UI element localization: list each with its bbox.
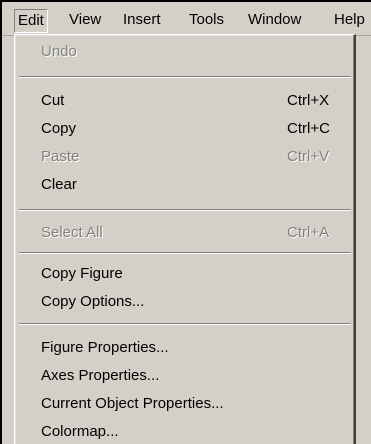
- menu-separator: [19, 76, 351, 78]
- menu-item-clear[interactable]: Clear: [15, 172, 354, 198]
- menu-item-shortcut: Ctrl+C: [287, 120, 330, 137]
- menu-help[interactable]: Help: [331, 9, 368, 33]
- menu-separator: [19, 209, 351, 211]
- menu-separator: [19, 323, 351, 325]
- menu-item-label: Cut: [41, 92, 65, 109]
- menu-view[interactable]: View: [66, 9, 104, 33]
- menu-item-label: Figure Properties...: [41, 339, 169, 356]
- menu-item-copy[interactable]: Copy Ctrl+C: [15, 116, 354, 142]
- menu-item-undo: Undo: [15, 39, 354, 65]
- menu-item-label: Axes Properties...: [41, 367, 160, 384]
- menu-item-shortcut: Ctrl+X: [287, 92, 330, 109]
- edit-menu-dropdown: Undo Cut Ctrl+X Copy Ctrl+C Paste Ctrl+V…: [14, 34, 356, 444]
- menu-insert[interactable]: Insert: [120, 9, 164, 33]
- menu-item-label: Copy Figure: [41, 265, 123, 282]
- menu-item-select-all: Select All Ctrl+A: [15, 220, 354, 246]
- menu-item-paste: Paste Ctrl+V: [15, 144, 354, 170]
- menu-item-current-object-properties[interactable]: Current Object Properties...: [15, 391, 354, 417]
- menu-item-axes-properties[interactable]: Axes Properties...: [15, 363, 354, 389]
- menu-item-label: Copy: [41, 120, 77, 137]
- menu-item-cut[interactable]: Cut Ctrl+X: [15, 88, 354, 114]
- menu-item-copy-figure[interactable]: Copy Figure: [15, 261, 354, 287]
- menu-edit[interactable]: Edit: [14, 9, 48, 33]
- menu-item-label: Select All: [41, 224, 103, 241]
- menu-item-shortcut: Ctrl+A: [287, 224, 330, 241]
- menu-item-copy-options[interactable]: Copy Options...: [15, 289, 354, 315]
- menu-item-label: Copy Options...: [41, 293, 145, 310]
- menu-separator: [19, 252, 351, 254]
- menu-item-label: Current Object Properties...: [41, 395, 224, 412]
- menu-item-label: Clear: [41, 176, 77, 193]
- menu-item-label: Colormap...: [41, 423, 119, 440]
- menu-item-label: Paste: [41, 148, 80, 165]
- menu-item-colormap[interactable]: Colormap...: [15, 419, 354, 444]
- menu-item-shortcut: Ctrl+V: [287, 148, 330, 165]
- menu-tools[interactable]: Tools: [186, 9, 227, 33]
- application-window: Edit View Insert Tools Window Help Undo …: [0, 0, 371, 444]
- menubar: Edit View Insert Tools Window Help: [0, 0, 371, 36]
- menu-item-label: Undo: [41, 43, 77, 60]
- menu-window[interactable]: Window: [245, 9, 304, 33]
- menu-item-figure-properties[interactable]: Figure Properties...: [15, 335, 354, 361]
